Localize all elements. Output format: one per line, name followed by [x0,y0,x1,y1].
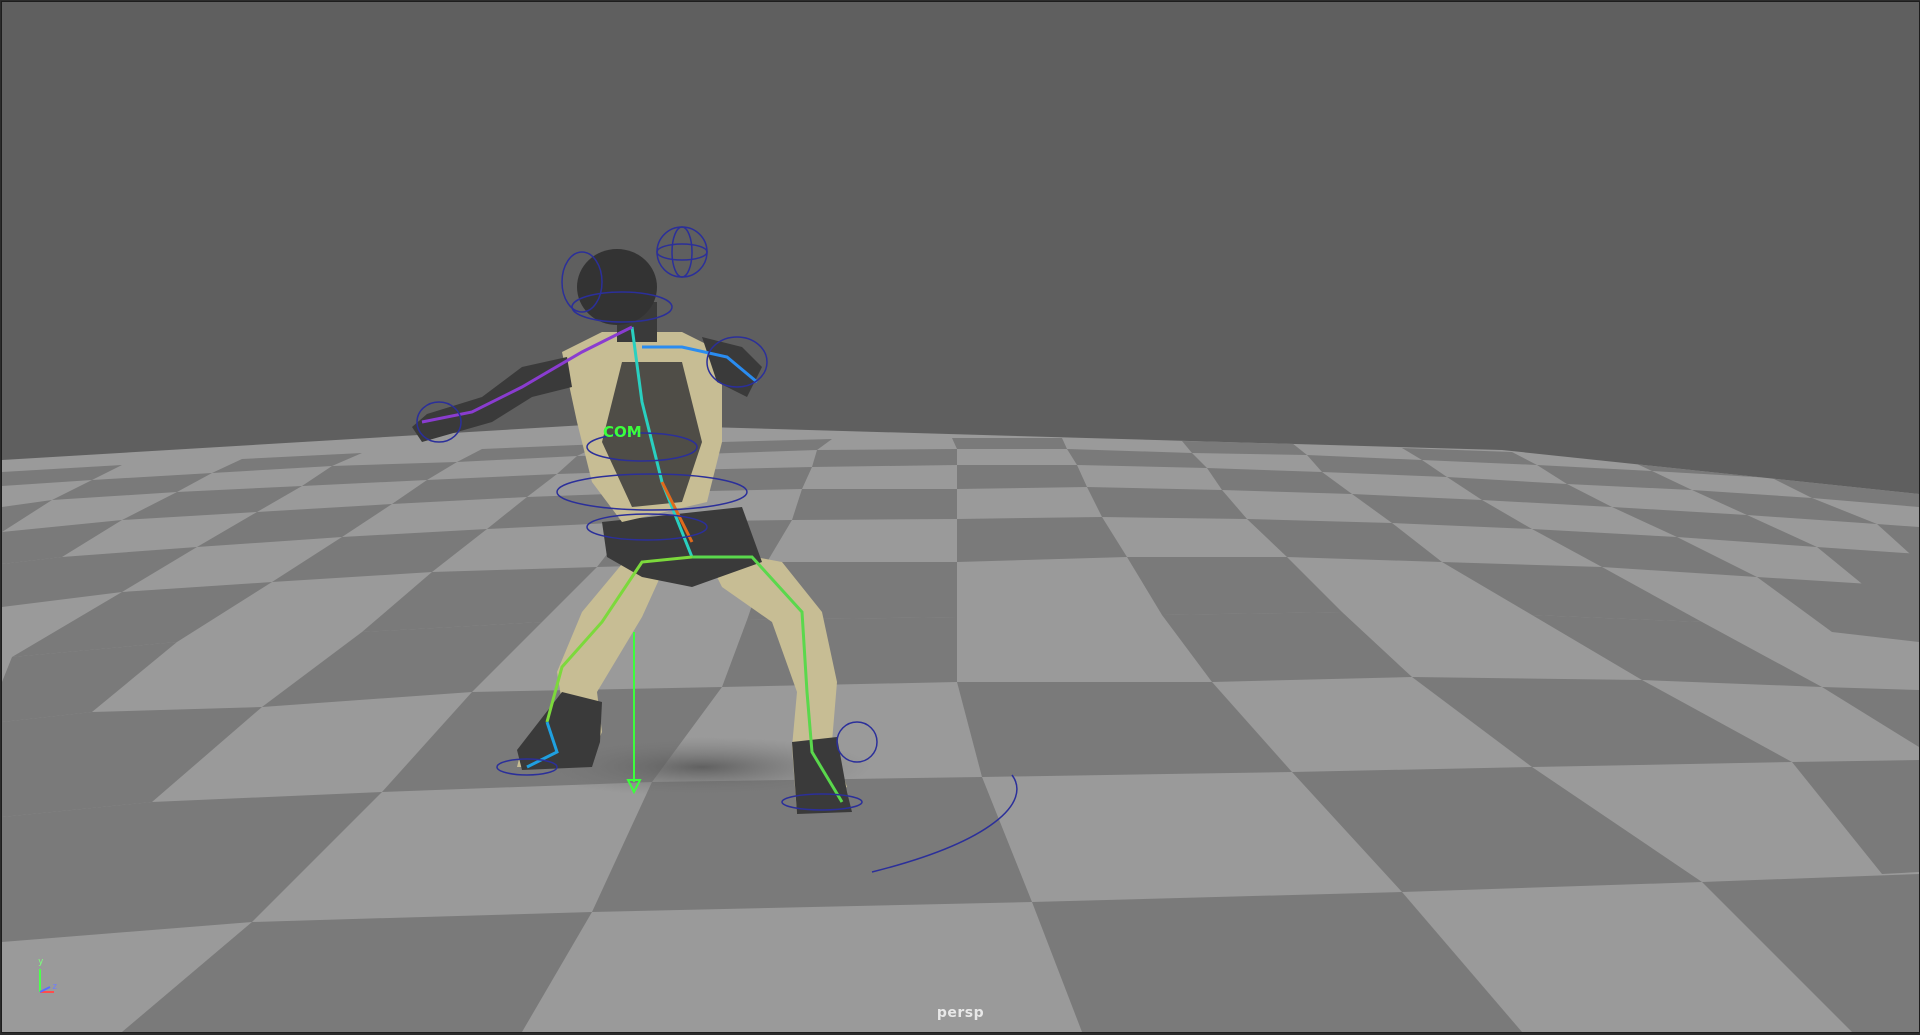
camera-name-label: persp [936,1005,985,1021]
axis-y-label: y [38,957,44,967]
perspective-viewport[interactable]: COM y z persp [1,1,1920,1033]
axis-z-label: z [52,982,58,992]
xyz-axis-icon: y z [32,957,72,1002]
ground-grid [2,424,1919,1032]
com-control-label[interactable]: COM [603,423,642,441]
viewport-scene[interactable] [2,2,1919,1032]
background-wall [2,2,1919,502]
